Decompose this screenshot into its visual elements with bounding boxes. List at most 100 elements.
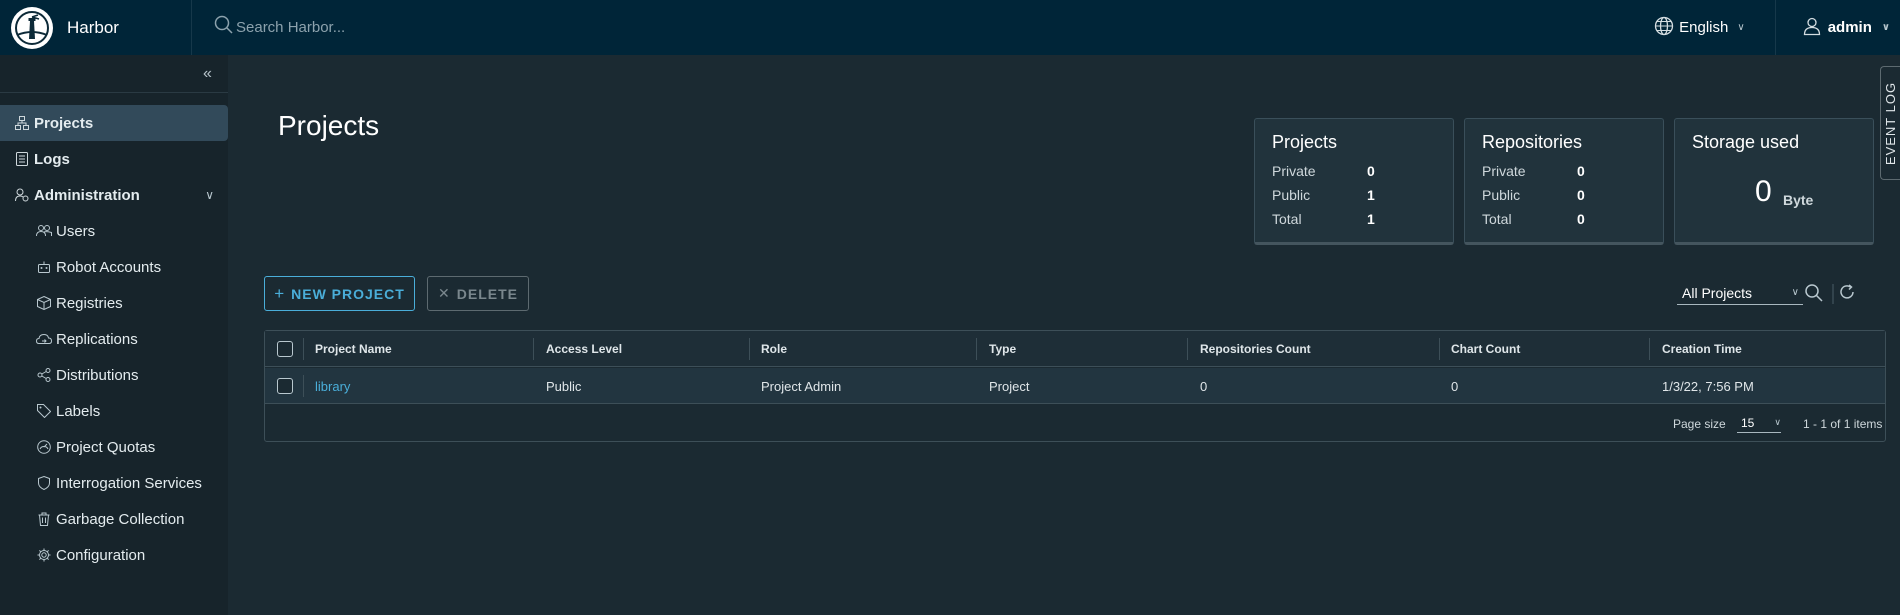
storage-summary-card: Storage used 0 Byte bbox=[1674, 118, 1874, 245]
sidebar-item-logs[interactable]: Logs bbox=[0, 141, 228, 177]
gear-icon bbox=[34, 548, 54, 562]
chevron-down-icon: ∨ bbox=[1774, 417, 1781, 427]
distributions-icon bbox=[34, 368, 54, 382]
global-search[interactable]: Search Harbor... bbox=[214, 0, 345, 55]
project-name-link[interactable]: library bbox=[315, 368, 350, 404]
card-row-value: 1 bbox=[1367, 211, 1375, 227]
storage-unit: Byte bbox=[1783, 192, 1814, 208]
repositories-count-cell: 0 bbox=[1200, 378, 1208, 394]
column-header-role[interactable]: Role bbox=[761, 331, 787, 367]
sidebar-item-registries[interactable]: Registries bbox=[0, 285, 228, 321]
plus-icon: + bbox=[274, 283, 286, 303]
delete-label: DELETE bbox=[456, 285, 518, 302]
type-cell: Project bbox=[989, 378, 1030, 394]
chevron-down-icon: ∨ bbox=[1737, 22, 1745, 33]
trash-icon bbox=[34, 512, 54, 526]
brand[interactable]: Harbor bbox=[0, 0, 192, 55]
sidebar-item-robot-accounts[interactable]: Robot Accounts bbox=[0, 249, 228, 285]
card-row-label: Public bbox=[1272, 187, 1311, 203]
top-header: Harbor Search Harbor... English ∨ admin … bbox=[0, 0, 1900, 55]
select-all-checkbox[interactable] bbox=[277, 331, 293, 367]
card-row-label: Total bbox=[1272, 211, 1302, 227]
sidebar-item-labels[interactable]: Labels bbox=[0, 393, 228, 429]
replications-icon bbox=[34, 332, 54, 346]
column-separator bbox=[976, 338, 977, 360]
projects-icon bbox=[12, 116, 32, 130]
refresh-icon[interactable] bbox=[1838, 283, 1856, 306]
chevron-down-icon: ∨ bbox=[205, 188, 214, 202]
storage-value: 0 bbox=[1755, 175, 1772, 208]
registries-icon bbox=[34, 296, 54, 310]
search-icon[interactable] bbox=[1804, 283, 1824, 308]
shield-icon bbox=[34, 476, 54, 490]
column-separator bbox=[303, 338, 304, 360]
sidebar-item-label: Labels bbox=[56, 402, 101, 420]
sidebar-item-label: Garbage Collection bbox=[56, 510, 185, 528]
card-row-value: 0 bbox=[1577, 211, 1585, 227]
column-header-access-level[interactable]: Access Level bbox=[546, 331, 622, 367]
sidebar-item-configuration[interactable]: Configuration bbox=[0, 537, 228, 573]
user-icon bbox=[1802, 16, 1822, 40]
divider bbox=[1832, 284, 1834, 309]
chevron-down-icon: ∨ bbox=[1881, 22, 1890, 33]
labels-icon bbox=[34, 404, 54, 418]
project-filter-select[interactable]: All Projects ∨ bbox=[1677, 281, 1803, 305]
column-header-creation-time[interactable]: Creation Time bbox=[1662, 331, 1742, 367]
column-header-chart-count[interactable]: Chart Count bbox=[1451, 331, 1520, 367]
sidebar-item-label: Administration bbox=[34, 186, 140, 204]
card-row-label: Private bbox=[1272, 163, 1316, 179]
user-menu[interactable]: admin ∨ bbox=[1776, 16, 1900, 40]
card-row-label: Total bbox=[1482, 211, 1512, 227]
logs-icon bbox=[12, 152, 32, 166]
column-separator bbox=[749, 338, 750, 360]
sidebar-item-distributions[interactable]: Distributions bbox=[0, 357, 228, 393]
projects-table: Project Name Access Level Role Type Repo… bbox=[264, 330, 1886, 442]
column-separator bbox=[303, 375, 304, 397]
page-title: Projects bbox=[278, 110, 380, 141]
language-selector[interactable]: English ∨ bbox=[1654, 0, 1776, 55]
sidebar-item-users[interactable]: Users bbox=[0, 213, 228, 249]
delete-button[interactable]: ✕ DELETE bbox=[427, 276, 529, 311]
table-footer: Page size 15 ∨ 1 - 1 of 1 items bbox=[265, 405, 1885, 441]
sidebar-item-label: Configuration bbox=[56, 546, 146, 564]
new-project-label: NEW PROJECT bbox=[291, 285, 405, 302]
card-row-value: 0 bbox=[1577, 187, 1585, 203]
role-cell: Project Admin bbox=[761, 378, 842, 394]
column-separator bbox=[533, 338, 534, 360]
sidebar-item-label: Replications bbox=[56, 330, 138, 348]
new-project-button[interactable]: + NEW PROJECT bbox=[264, 276, 415, 311]
sidebar-item-interrogation-services[interactable]: Interrogation Services bbox=[0, 465, 228, 501]
sidebar-item-garbage-collection[interactable]: Garbage Collection bbox=[0, 501, 228, 537]
row-checkbox[interactable] bbox=[277, 368, 293, 404]
search-input[interactable]: Search Harbor... bbox=[236, 19, 345, 36]
table-header: Project Name Access Level Role Type Repo… bbox=[265, 331, 1885, 367]
event-log-tab[interactable]: EVENT LOG bbox=[1880, 66, 1900, 180]
sidebar-item-label: Users bbox=[56, 222, 96, 240]
quotas-icon bbox=[34, 440, 54, 454]
column-header-project-name[interactable]: Project Name bbox=[315, 331, 392, 367]
table-row[interactable]: library Public Project Admin Project 0 0… bbox=[265, 368, 1885, 404]
card-title: Storage used bbox=[1692, 132, 1800, 152]
event-log-label: EVENT LOG bbox=[1883, 81, 1898, 165]
page-size-value: 15 bbox=[1741, 415, 1755, 430]
card-row-value: 1 bbox=[1367, 187, 1375, 203]
card-title: Projects bbox=[1272, 132, 1338, 152]
access-level-cell: Public bbox=[546, 378, 582, 394]
card-row-label: Public bbox=[1482, 187, 1521, 203]
sidebar-item-administration[interactable]: Administration ∨ bbox=[0, 177, 228, 213]
sidebar: « Projects Logs Administration ∨ Users R… bbox=[0, 55, 228, 615]
collapse-sidebar-icon[interactable]: « bbox=[203, 65, 212, 83]
chevron-down-icon: ∨ bbox=[1791, 287, 1799, 298]
column-header-repositories-count[interactable]: Repositories Count bbox=[1200, 331, 1311, 367]
column-header-type[interactable]: Type bbox=[989, 331, 1016, 367]
sidebar-item-replications[interactable]: Replications bbox=[0, 321, 228, 357]
column-separator bbox=[1439, 338, 1440, 360]
header-right: English ∨ admin ∨ bbox=[1654, 0, 1900, 55]
chart-count-cell: 0 bbox=[1451, 378, 1459, 394]
sidebar-item-label: Registries bbox=[56, 294, 123, 312]
sidebar-item-label: Interrogation Services bbox=[56, 474, 202, 492]
sidebar-item-projects[interactable]: Projects bbox=[0, 105, 228, 141]
sidebar-item-project-quotas[interactable]: Project Quotas bbox=[0, 429, 228, 465]
language-label: English bbox=[1679, 19, 1729, 36]
page-size-select[interactable]: 15 ∨ bbox=[1737, 413, 1781, 433]
